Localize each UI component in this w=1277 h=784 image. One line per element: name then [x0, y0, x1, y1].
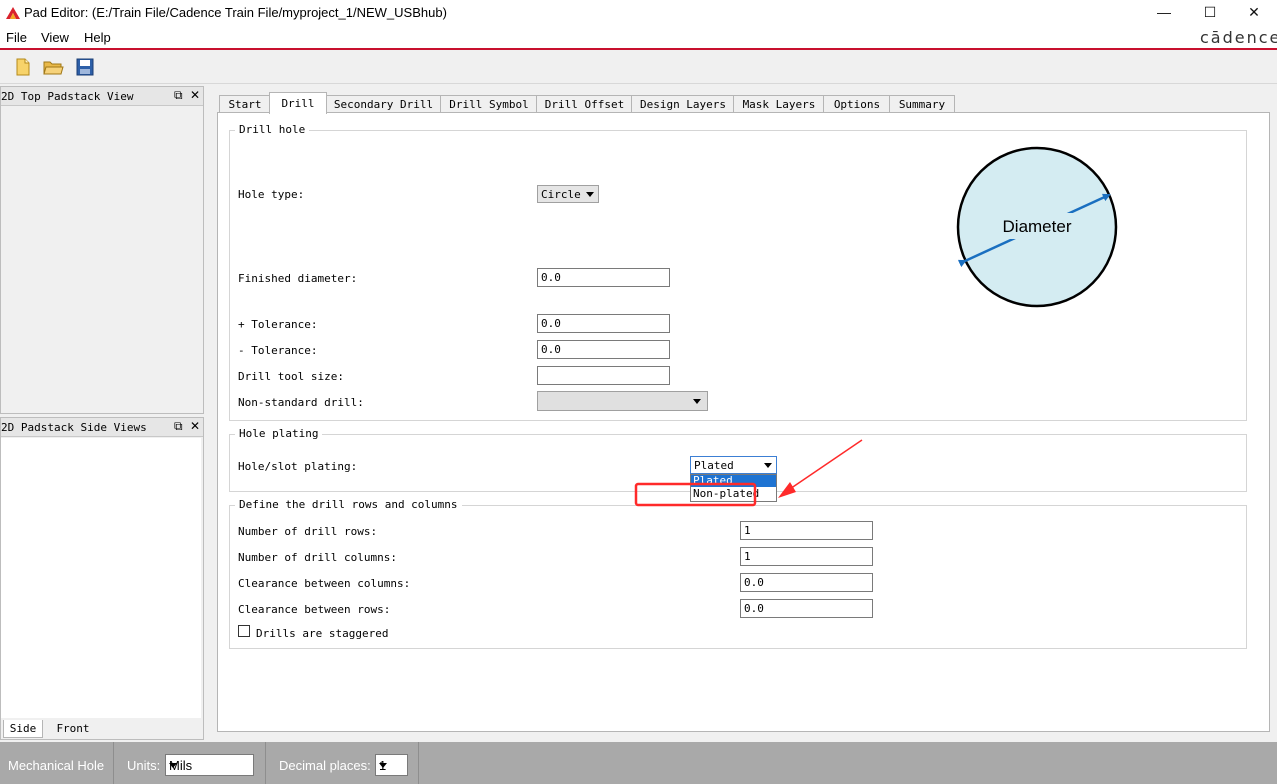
drill-hole-title: Drill hole [235, 123, 310, 136]
tab-drill-symbol[interactable]: Drill Symbol [440, 95, 538, 113]
drill-columns-input[interactable]: 1 [740, 547, 873, 566]
finished-diameter-input[interactable]: 0.0 [537, 268, 670, 287]
plating-options-list: Plated Non-plated [690, 474, 777, 502]
rows-columns-title: Define the drill rows and columns [235, 498, 462, 511]
hole-plating-title: Hole plating [235, 427, 323, 440]
tab-summary[interactable]: Summary [889, 95, 955, 113]
separator [265, 742, 266, 784]
tab-start[interactable]: Start [219, 95, 271, 113]
float-icon[interactable]: ⧉ [174, 88, 183, 103]
staggered-label: Drills are staggered [256, 627, 389, 640]
units-label: Units: [127, 758, 161, 773]
mode-label: Mechanical Hole [8, 758, 105, 773]
panel-close-icon[interactable]: ✕ [190, 88, 200, 102]
side-views-panel: 2D Padstack Side Views ⧉ ✕ Side Front [0, 417, 204, 740]
tab-options[interactable]: Options [823, 95, 891, 113]
decimal-places-label: Decimal places: [279, 758, 371, 773]
menu-view[interactable]: View [41, 30, 69, 45]
open-folder-icon[interactable] [42, 56, 64, 78]
top-view-title: 2D Top Padstack View [1, 90, 134, 103]
drill-tab-content: Drill hole Hole type: Circle Finished di… [217, 112, 1270, 732]
minus-tolerance-label: - Tolerance: [238, 344, 318, 357]
staggered-checkbox[interactable] [238, 625, 250, 637]
tab-secondary-drill[interactable]: Secondary Drill [325, 95, 442, 113]
window-title: Pad Editor: (E:/Train File/Cadence Train… [24, 5, 447, 20]
units-dropdown[interactable]: Mils [165, 754, 254, 776]
tab-mask-layers[interactable]: Mask Layers [733, 95, 825, 113]
maximize-button[interactable]: ☐ [1187, 0, 1233, 26]
chevron-down-icon [693, 399, 701, 404]
float-icon[interactable]: ⧉ [174, 419, 183, 434]
drill-columns-label: Number of drill columns: [238, 551, 397, 564]
save-icon[interactable] [74, 56, 96, 78]
hole-plating-dropdown[interactable]: Plated [690, 456, 777, 474]
tab-drill-offset[interactable]: Drill Offset [536, 95, 633, 113]
separator [418, 742, 419, 784]
chevron-down-icon [586, 192, 594, 197]
tab-side[interactable]: Side [3, 720, 43, 738]
status-bar: Mechanical Hole Units: Mils Decimal plac… [0, 742, 1277, 784]
side-view-header: 2D Padstack Side Views ⧉ ✕ [1, 418, 203, 437]
plus-tolerance-input[interactable]: 0.0 [537, 314, 670, 333]
non-standard-drill-label: Non-standard drill: [238, 396, 364, 409]
toolbar [0, 50, 1277, 84]
minimize-button[interactable]: — [1141, 0, 1187, 26]
menu-help[interactable]: Help [84, 30, 111, 45]
plus-tolerance-label: + Tolerance: [238, 318, 318, 331]
minus-tolerance-input[interactable]: 0.0 [537, 340, 670, 359]
clearance-columns-input[interactable]: 0.0 [740, 573, 873, 592]
hole-plating-label: Hole/slot plating: [238, 460, 358, 473]
clearance-columns-label: Clearance between columns: [238, 577, 411, 590]
clearance-rows-label: Clearance between rows: [238, 603, 391, 616]
tab-drill[interactable]: Drill [269, 92, 327, 114]
close-button[interactable]: ✕ [1231, 0, 1277, 26]
chevron-down-icon [379, 763, 387, 768]
top-view-header: 2D Top Padstack View ⧉ ✕ [1, 87, 203, 106]
top-padstack-view-panel: 2D Top Padstack View ⧉ ✕ [0, 86, 204, 414]
option-plated[interactable]: Plated [691, 475, 776, 487]
side-view-title: 2D Padstack Side Views [1, 421, 147, 434]
tab-design-layers[interactable]: Design Layers [631, 95, 735, 113]
option-non-plated[interactable]: Non-plated [691, 487, 776, 501]
brand-logo: cādence [1200, 28, 1277, 47]
new-file-icon[interactable] [12, 56, 34, 78]
decimal-places-dropdown[interactable]: 1 [375, 754, 408, 776]
tab-front[interactable]: Front [45, 720, 101, 737]
drill-rows-input[interactable]: 1 [740, 521, 873, 540]
finished-diameter-label: Finished diameter: [238, 272, 358, 285]
menu-bar: File View Help [0, 26, 1277, 50]
title-bar: Pad Editor: (E:/Train File/Cadence Train… [0, 0, 1277, 26]
panel-close-icon[interactable]: ✕ [190, 419, 200, 433]
drill-tool-size-label: Drill tool size: [238, 370, 344, 383]
menu-file[interactable]: File [6, 30, 27, 45]
separator [113, 742, 114, 784]
side-view-canvas [1, 438, 201, 718]
hole-type-dropdown[interactable]: Circle [537, 185, 599, 203]
drill-tool-size-input[interactable] [537, 366, 670, 385]
clearance-rows-input[interactable]: 0.0 [740, 599, 873, 618]
diameter-diagram: Diameter [956, 146, 1118, 308]
app-logo-icon [6, 7, 20, 19]
non-standard-drill-dropdown[interactable] [537, 391, 708, 411]
diameter-label: Diameter [1003, 217, 1072, 236]
hole-type-label: Hole type: [238, 188, 305, 201]
chevron-down-icon [169, 763, 177, 768]
drill-rows-label: Number of drill rows: [238, 525, 378, 538]
chevron-down-icon [764, 463, 772, 468]
